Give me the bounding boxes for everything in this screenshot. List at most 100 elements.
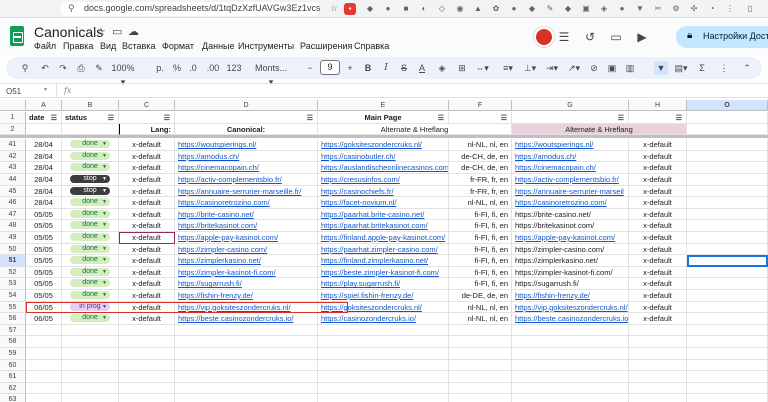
lang-cell[interactable]: x-default	[119, 301, 175, 314]
alternate-url-cell-2[interactable]: https://woutspierings.nl/	[512, 139, 629, 151]
font-size-decrease-icon[interactable]: −	[304, 61, 316, 75]
status-cell[interactable]: done ▼	[62, 313, 119, 325]
cell[interactable]	[687, 371, 768, 383]
alternate-url-cell[interactable]: https://paarhat.brite-casino.net/	[318, 208, 449, 221]
date-cell[interactable]: 05/05	[26, 220, 62, 232]
header-filter-cell[interactable]: ☰	[175, 112, 318, 124]
lang-cell[interactable]: x-default	[119, 290, 175, 302]
lang-cell[interactable]: x-default	[119, 162, 175, 174]
canonical-url-cell[interactable]: https://vip.goksiteszondercruks.nl/	[175, 301, 318, 314]
extension-icon[interactable]: ✎	[544, 3, 556, 15]
meet-icon[interactable]: ▶	[634, 29, 650, 45]
status-chip[interactable]: done ▼	[70, 279, 110, 288]
row-header[interactable]: 45	[0, 185, 26, 198]
date-cell[interactable]: 28/04	[26, 150, 62, 163]
star-icon[interactable]: ☆	[96, 25, 106, 38]
hreflang-cell[interactable]: nl-NL, nl, en	[449, 139, 512, 151]
alternate-url-cell[interactable]	[318, 336, 449, 348]
formula-input[interactable]	[80, 85, 760, 96]
bold-icon[interactable]: B	[362, 61, 374, 75]
menu-data[interactable]: Данные	[202, 41, 235, 51]
date-cell[interactable]	[26, 336, 62, 348]
alternate-url-cell-2[interactable]	[512, 382, 629, 395]
alternate-url-cell[interactable]: https://casinozondercruks.io/	[318, 313, 449, 325]
frozen-row-divider[interactable]	[0, 135, 768, 139]
lang-cell-2[interactable]: x-default	[629, 197, 687, 209]
header-filter-cell[interactable]: ☰	[119, 112, 175, 124]
lang-cell[interactable]: x-default	[119, 197, 175, 209]
merge-cells-icon[interactable]: ⇔▾	[474, 61, 490, 75]
cell[interactable]	[687, 301, 768, 314]
alternate-url-cell[interactable]: https://casinobutler.ch/	[318, 150, 449, 163]
percent-button[interactable]: %	[172, 61, 182, 75]
extension-icon[interactable]: ●	[508, 3, 520, 15]
alternate-url-cell-2[interactable]: https://apple-pay-kasinot.com/	[512, 232, 629, 244]
extension-icon[interactable]: ✂	[652, 3, 664, 15]
column-header-a[interactable]: A	[26, 100, 62, 111]
alternate-url-cell[interactable]: https://finland.apple-pay-kasinot.com/	[318, 232, 449, 244]
hreflang-cell[interactable]: nl-NL, nl, en	[449, 197, 512, 209]
hreflang-cell[interactable]: fr-FR, fr, en	[449, 174, 512, 186]
hreflang-cell[interactable]	[449, 394, 512, 402]
alternate-url-cell-2[interactable]: https://beste.casinozondercruks.io	[512, 313, 629, 325]
hreflang-cell[interactable]	[449, 324, 512, 337]
alternate-url-cell-2[interactable]	[512, 324, 629, 337]
menu-file[interactable]: Файл	[34, 41, 56, 51]
lang-cell[interactable]: x-default	[119, 313, 175, 325]
chevron-down-icon[interactable]: ▼	[102, 175, 107, 183]
search-menus-icon[interactable]: ⚲	[18, 61, 32, 75]
alternate-url-cell[interactable]	[318, 371, 449, 383]
canonical-url-cell[interactable]	[175, 324, 318, 337]
cell[interactable]	[687, 139, 768, 151]
alternate-url-cell[interactable]: https://paarhat.zimpler-casino.com/	[318, 243, 449, 256]
row-header[interactable]: 48	[0, 220, 26, 232]
alternate-url-cell-2[interactable]: https://cinemacopain.ch/	[512, 162, 629, 174]
lang-cell[interactable]: x-default	[119, 150, 175, 163]
header-alternate-hreflang[interactable]: Alternate & Hreflang	[318, 123, 512, 136]
move-folder-icon[interactable]: ▭	[112, 25, 122, 38]
cell[interactable]	[687, 112, 768, 124]
paint-format-icon[interactable]: ✎	[92, 61, 106, 75]
date-cell[interactable]: 28/04	[26, 162, 62, 174]
alternate-url-cell[interactable]	[318, 359, 449, 372]
doc-title[interactable]: Canonicals	[34, 24, 103, 40]
header-canonical[interactable]: Canonical:	[175, 123, 318, 136]
hreflang-cell[interactable]	[449, 382, 512, 395]
borders-icon[interactable]: ⊞	[456, 61, 468, 75]
row-header[interactable]: 2	[0, 123, 26, 136]
extension-icon[interactable]: ◈	[598, 3, 610, 15]
column-header-g[interactable]: G	[512, 100, 629, 111]
canonical-url-cell[interactable]	[175, 382, 318, 395]
cell[interactable]	[687, 162, 768, 174]
increase-decimal-button[interactable]: .00	[204, 61, 222, 75]
print-icon[interactable]: ⎙	[74, 61, 88, 75]
alternate-url-cell[interactable]: https://finland.zimplerkasino.net/	[318, 255, 449, 267]
extension-icon[interactable]: ◐	[418, 3, 430, 15]
cell[interactable]	[687, 208, 768, 221]
lang-cell-2[interactable]	[629, 394, 687, 402]
status-cell[interactable]: done ▼	[62, 232, 119, 244]
date-cell[interactable]	[26, 324, 62, 337]
row-header[interactable]: 58	[0, 336, 26, 348]
lang-cell[interactable]	[119, 394, 175, 402]
row-header[interactable]: 59	[0, 348, 26, 360]
date-cell[interactable]	[26, 394, 62, 402]
status-cell[interactable]: done ▼	[62, 266, 119, 279]
row-header[interactable]: 60	[0, 359, 26, 372]
hreflang-cell[interactable]: fi-FI, fi, en	[449, 232, 512, 244]
lang-cell[interactable]	[119, 336, 175, 348]
cell[interactable]	[687, 290, 768, 302]
fill-color-icon[interactable]: ◈	[436, 61, 448, 75]
lang-cell-2[interactable]: x-default	[629, 162, 687, 174]
lang-cell[interactable]: x-default	[119, 174, 175, 186]
lang-cell[interactable]: x-default	[119, 185, 175, 198]
extension-icon[interactable]: ▣	[580, 3, 592, 15]
lang-cell-2[interactable]: x-default	[629, 220, 687, 232]
canonical-url-cell[interactable]	[175, 359, 318, 372]
row-header[interactable]: 1	[0, 112, 26, 124]
alternate-url-cell-2[interactable]: https://annuaire-serrurier-marseil	[512, 185, 629, 198]
extension-icon[interactable]: ●	[616, 3, 628, 15]
column-header-b[interactable]: B	[62, 100, 119, 111]
chevron-down-icon[interactable]: ▼	[102, 152, 107, 160]
chevron-down-icon[interactable]: ▼	[102, 233, 107, 241]
